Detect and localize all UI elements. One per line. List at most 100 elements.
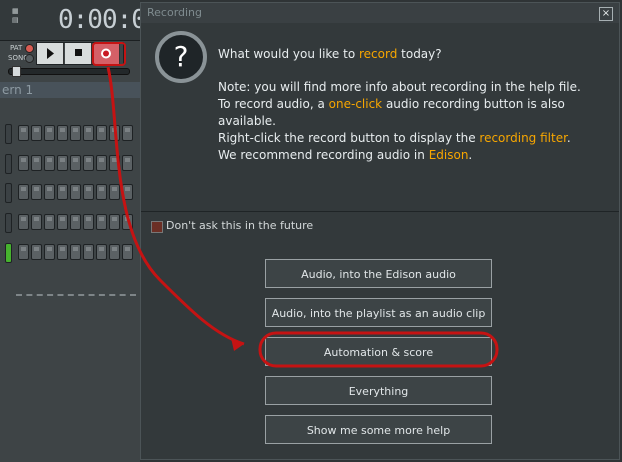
channel-led[interactable]	[5, 124, 12, 144]
step-button[interactable]	[18, 155, 29, 171]
step-button[interactable]	[31, 155, 42, 171]
step-button[interactable]	[57, 244, 68, 260]
step-button[interactable]	[122, 244, 133, 260]
step-button[interactable]	[122, 184, 133, 200]
tempo-handle[interactable]	[12, 66, 21, 77]
step-button[interactable]	[122, 214, 133, 230]
step-button[interactable]	[70, 125, 81, 141]
step-button[interactable]	[96, 155, 107, 171]
step-button[interactable]	[18, 125, 29, 141]
pat-radio[interactable]	[25, 44, 34, 53]
edison-link: Edison	[428, 148, 469, 162]
channel-led[interactable]	[5, 154, 12, 174]
audio-edison-button[interactable]: Audio, into the Edison audio editor/reco…	[265, 259, 492, 310]
question-text-part: today?	[397, 47, 442, 61]
close-button[interactable]: ×	[599, 7, 613, 21]
step-button[interactable]	[44, 155, 55, 171]
step-button[interactable]	[96, 244, 107, 260]
channel-led[interactable]	[5, 243, 12, 263]
dialog-titlebar: Recording ×	[141, 3, 619, 23]
note-text-part: To record audio, a	[218, 97, 329, 111]
step-button[interactable]	[83, 125, 94, 141]
record-link: record	[358, 47, 398, 61]
step-button[interactable]	[109, 155, 120, 171]
channel-led[interactable]	[5, 183, 12, 203]
step-button[interactable]	[57, 125, 68, 141]
automation-score-button[interactable]: Automation & score	[265, 337, 492, 366]
one-click-link: one-click	[328, 97, 383, 111]
transport-controls	[36, 42, 124, 65]
record-button[interactable]	[93, 43, 120, 64]
play-button[interactable]	[37, 43, 64, 64]
song-icon[interactable]: ▤	[12, 16, 19, 24]
everything-button[interactable]: Everything	[265, 376, 492, 405]
note-text-part: audio recording button is also	[382, 97, 565, 111]
song-radio[interactable]	[25, 54, 34, 63]
step-button[interactable]	[83, 184, 94, 200]
record-icon	[101, 48, 111, 59]
note-text-part: Right-click the record button to display…	[218, 131, 480, 145]
step-button[interactable]	[122, 125, 133, 141]
step-button[interactable]	[83, 155, 94, 171]
step-button[interactable]	[109, 184, 120, 200]
question-mark-icon: ?	[155, 31, 207, 83]
channel-led[interactable]	[5, 213, 12, 233]
note-line-2: To record audio, a one-click audio recor…	[218, 96, 581, 113]
step-button[interactable]	[83, 214, 94, 230]
step-button[interactable]	[57, 155, 68, 171]
step-button[interactable]	[31, 214, 42, 230]
channel-row	[0, 122, 140, 144]
stop-button[interactable]	[65, 43, 92, 64]
step-button[interactable]	[109, 214, 120, 230]
divider-line	[16, 294, 136, 298]
step-button[interactable]	[18, 184, 29, 200]
left-toolbar: ▦ ▤ 0:00:0	[0, 0, 147, 41]
pat-label: PAT	[10, 44, 23, 52]
step-button[interactable]	[44, 184, 55, 200]
step-button[interactable]	[70, 244, 81, 260]
step-button[interactable]	[31, 244, 42, 260]
step-button[interactable]	[96, 214, 107, 230]
dialog-title: Recording	[147, 6, 203, 19]
question-text-part: What would you like to	[218, 47, 359, 61]
step-button[interactable]	[57, 184, 68, 200]
note-text: Note: you will find more info about reco…	[218, 79, 581, 164]
stop-icon	[75, 49, 82, 56]
note-line-5: We recommend recording audio in Edison.	[218, 147, 581, 164]
note-line-1: Note: you will find more info about reco…	[218, 80, 581, 94]
step-button[interactable]	[83, 244, 94, 260]
channel-row	[0, 241, 140, 263]
step-button[interactable]	[70, 214, 81, 230]
step-button[interactable]	[96, 125, 107, 141]
note-text-part: .	[468, 148, 473, 162]
step-button[interactable]	[31, 184, 42, 200]
step-button[interactable]	[70, 155, 81, 171]
note-text-part: We recommend recording audio in	[218, 148, 429, 162]
note-text-part: .	[566, 131, 571, 145]
note-line-4: Right-click the record button to display…	[218, 130, 581, 147]
more-help-button[interactable]: Show me some more help	[265, 415, 492, 444]
step-button[interactable]	[44, 244, 55, 260]
step-button[interactable]	[109, 125, 120, 141]
audio-playlist-button[interactable]: Audio, into the playlist as an audio cli…	[265, 298, 492, 327]
pattern-selector[interactable]: ern 1	[0, 82, 142, 98]
step-button[interactable]	[96, 184, 107, 200]
step-button[interactable]	[122, 155, 133, 171]
dont-ask-label[interactable]: Don't ask this in the future	[166, 219, 313, 232]
step-button[interactable]	[44, 125, 55, 141]
note-line-3: available.	[218, 114, 276, 128]
step-button[interactable]	[44, 214, 55, 230]
channel-row	[0, 211, 140, 233]
step-button[interactable]	[18, 244, 29, 260]
dont-ask-checkbox[interactable]	[151, 221, 163, 233]
pat-icon[interactable]: ▦	[12, 7, 19, 15]
tempo-slider[interactable]	[8, 68, 130, 75]
time-display: 0:00:0	[58, 5, 147, 35]
step-button[interactable]	[57, 214, 68, 230]
dialog-separator	[141, 211, 619, 212]
step-button[interactable]	[109, 244, 120, 260]
step-button[interactable]	[70, 184, 81, 200]
channel-row	[0, 152, 140, 174]
step-button[interactable]	[31, 125, 42, 141]
step-button[interactable]	[18, 214, 29, 230]
